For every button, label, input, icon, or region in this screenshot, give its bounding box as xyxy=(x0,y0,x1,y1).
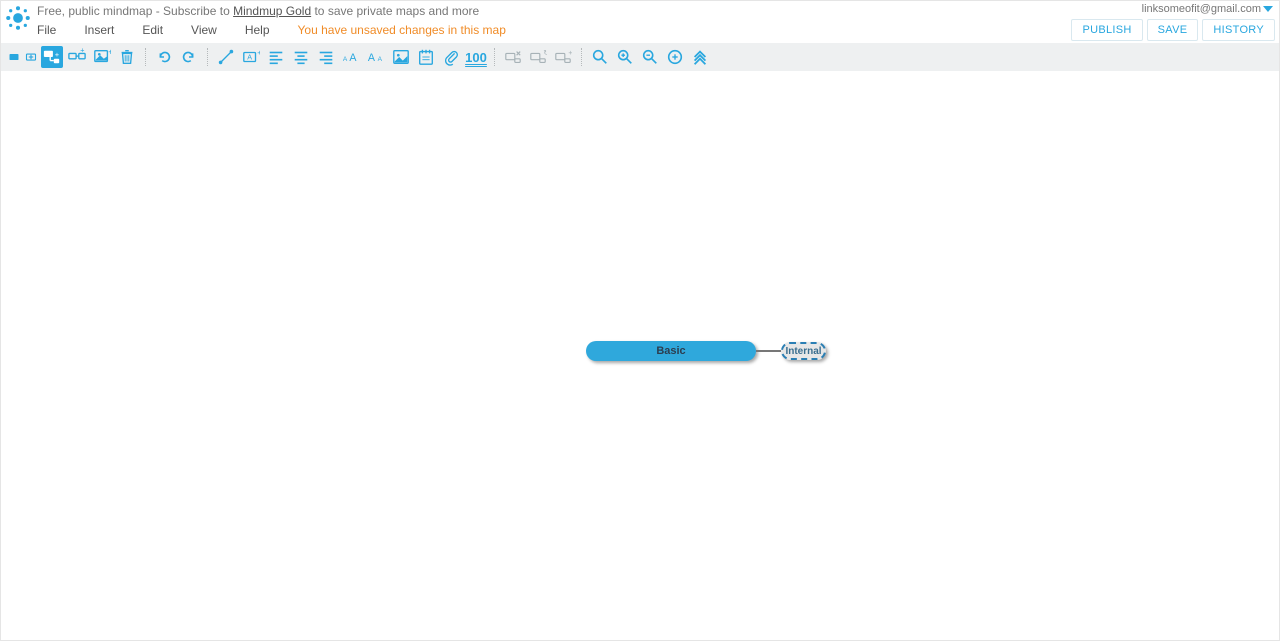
redo-icon[interactable] xyxy=(178,46,200,68)
image-icon[interactable] xyxy=(390,46,412,68)
insert-parent-icon[interactable]: + xyxy=(66,46,88,68)
gold-link[interactable]: Mindmup Gold xyxy=(233,4,311,18)
collapse-all-icon[interactable] xyxy=(689,46,711,68)
svg-text:A: A xyxy=(368,52,376,64)
mindmap-canvas[interactable]: Basic Internal xyxy=(1,71,1279,640)
separator xyxy=(494,48,495,66)
header-bar: Free, public mindmap - Subscribe to Mind… xyxy=(1,1,1279,41)
separator xyxy=(145,48,146,66)
tagline: Free, public mindmap - Subscribe to Mind… xyxy=(37,4,479,18)
menu-view[interactable]: View xyxy=(191,23,217,37)
add-sibling-icon[interactable] xyxy=(24,46,38,68)
svg-text:+: + xyxy=(55,50,59,59)
menu-insert[interactable]: Insert xyxy=(84,23,114,37)
separator xyxy=(581,48,582,66)
svg-text:+: + xyxy=(108,48,111,56)
svg-text:A: A xyxy=(378,56,383,63)
account-menu[interactable]: linksomeofit@gmail.com xyxy=(1142,3,1273,15)
align-center-icon[interactable] xyxy=(290,46,312,68)
menu-help[interactable]: Help xyxy=(245,23,270,37)
svg-text:A: A xyxy=(247,53,252,62)
zoom-out-icon[interactable] xyxy=(639,46,661,68)
hundred-icon[interactable]: 100 xyxy=(465,46,487,68)
right-button-group: PUBLISH SAVE HISTORY xyxy=(1071,19,1275,41)
zoom-in-icon[interactable] xyxy=(614,46,636,68)
unsaved-changes-label: You have unsaved changes in this map xyxy=(298,23,506,37)
increase-font-icon[interactable]: AA xyxy=(340,46,362,68)
app-logo-icon xyxy=(5,5,31,31)
decrease-font-icon[interactable]: AA xyxy=(365,46,387,68)
separator xyxy=(207,48,208,66)
menu-bar: File Insert Edit View Help You have unsa… xyxy=(37,23,506,37)
save-button[interactable]: SAVE xyxy=(1147,19,1199,41)
menu-file[interactable]: File xyxy=(37,23,56,37)
attachment-icon[interactable] xyxy=(440,46,462,68)
center-icon[interactable] xyxy=(664,46,686,68)
undo-icon[interactable] xyxy=(153,46,175,68)
svg-text:+: + xyxy=(80,48,84,55)
tagline-suffix: to save private maps and more xyxy=(311,4,479,18)
svg-text:A: A xyxy=(343,56,348,63)
paste-disabled-icon: + xyxy=(552,46,574,68)
copy-disabled-icon: ↻ xyxy=(527,46,549,68)
svg-text:A: A xyxy=(349,52,357,64)
align-left-icon[interactable] xyxy=(265,46,287,68)
toolbar: + + + A+ AA AA 100 ↻ + xyxy=(1,43,1279,71)
cut-disabled-icon xyxy=(502,46,524,68)
note-icon[interactable] xyxy=(415,46,437,68)
account-email: linksomeofit@gmail.com xyxy=(1142,3,1261,15)
edit-line-icon[interactable] xyxy=(215,46,237,68)
menu-edit[interactable]: Edit xyxy=(142,23,163,37)
dropdown-triangle-icon xyxy=(1263,4,1273,14)
tagline-prefix: Free, public mindmap - Subscribe to xyxy=(37,4,233,18)
svg-text:↻: ↻ xyxy=(543,48,547,57)
delete-icon[interactable] xyxy=(116,46,138,68)
add-root-icon[interactable] xyxy=(7,46,21,68)
search-icon[interactable] xyxy=(589,46,611,68)
child-node-selected[interactable]: Internal xyxy=(781,342,826,360)
align-right-icon[interactable] xyxy=(315,46,337,68)
node-connector xyxy=(756,350,781,352)
history-button[interactable]: HISTORY xyxy=(1202,19,1275,41)
svg-text:+: + xyxy=(257,48,260,57)
node-style-icon[interactable]: A+ xyxy=(240,46,262,68)
insert-child-icon[interactable]: + xyxy=(41,46,63,68)
insert-image-icon[interactable]: + xyxy=(91,46,113,68)
svg-text:+: + xyxy=(568,48,572,57)
publish-button[interactable]: PUBLISH xyxy=(1071,19,1142,41)
root-node[interactable]: Basic xyxy=(586,341,756,361)
